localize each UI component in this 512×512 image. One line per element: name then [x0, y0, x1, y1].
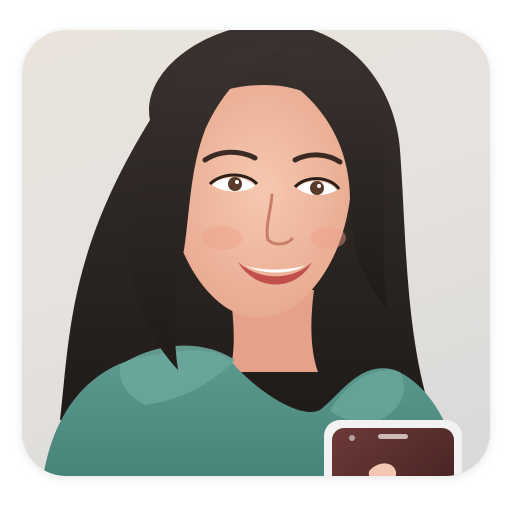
page: [0, 0, 512, 512]
portrait-illustration: [40, 30, 470, 476]
phone: [324, 420, 462, 476]
